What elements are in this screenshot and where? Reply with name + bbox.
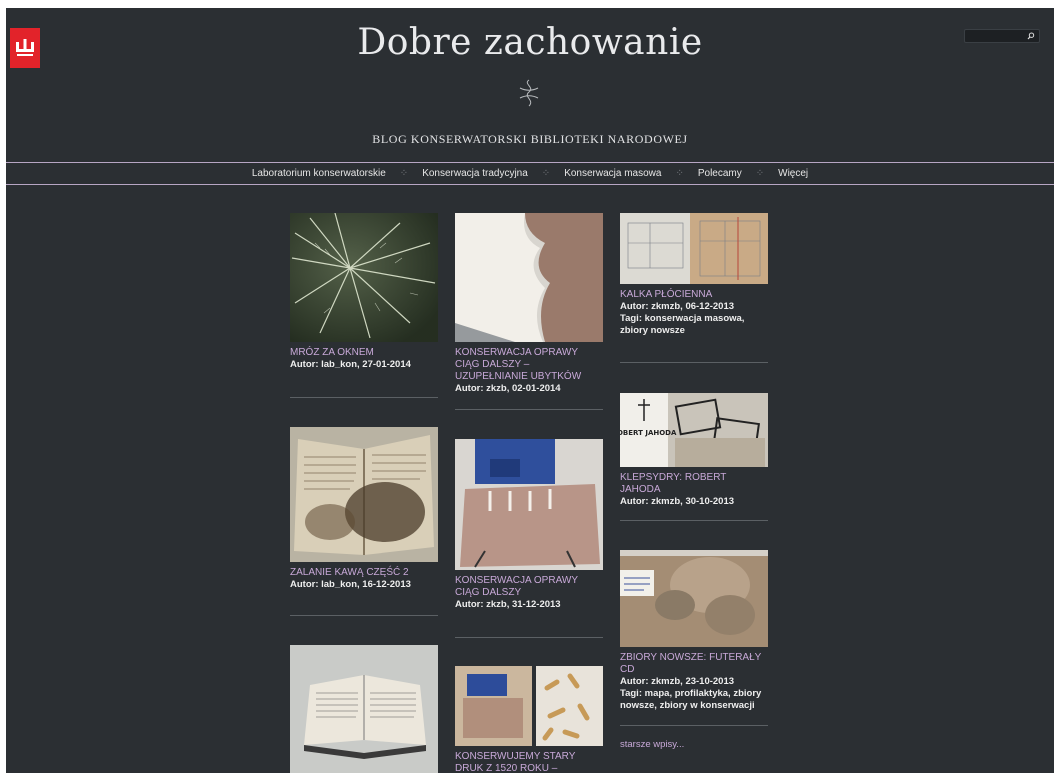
post-title-link[interactable]: KONSERWUJEMY STARY DRUK Z 1520 ROKU – NA… [455,751,603,773]
ornament-icon [519,79,539,107]
post-divider [620,725,768,726]
post-card: ZALANIE KAWĄ CZĘŚĆ 2 Autor: lab_kon, 16-… [290,427,438,591]
nav-item-konserwacja-tradycyjna[interactable]: Konserwacja tradycyjna [416,168,534,179]
post-thumbnail-cases[interactable] [620,550,768,647]
post-divider [290,397,438,398]
post-tags: Tagi: mapa, profilaktyka, zbiory nowsze,… [620,688,762,711]
post-thumbnail-open-book[interactable] [290,645,438,773]
post-card: MRÓZ ZA OKNEM Autor: lab_kon, 27-01-2014 [290,213,438,371]
post-meta: Autor: lab_kon, 16-12-2013 [290,579,411,590]
post-title-link[interactable]: KLEPSYDRY: ROBERT JAHODA [620,472,768,496]
post-thumbnail-book-coffee[interactable] [290,427,438,562]
post-meta: Autor: zkzb, 31-12-2013 [455,599,561,610]
nav-separator-icon: ⁘ [675,168,684,179]
main-nav: Laboratorium konserwatorskie ⁘ Konserwac… [6,162,1054,185]
nav-item-laboratorium[interactable]: Laboratorium konserwatorskie [246,168,392,179]
post-thumbnail-tracing-cloth[interactable] [620,213,768,284]
older-posts-link[interactable]: starsze wpisy... [620,739,684,750]
nav-item-konserwacja-masowa[interactable]: Konserwacja masowa [558,168,667,179]
post-thumbnail-old-print[interactable] [455,666,603,746]
post-card: KONSERWACJA OPRAWY CIĄG DALSZY – UZUPEŁN… [455,213,603,395]
post-title-link[interactable]: MRÓZ ZA OKNEM [290,347,438,359]
post-meta: Autor: zkmzb, 06-12-2013 [620,301,735,312]
post-thumbnail-obituaries[interactable]: ROBERT JAHODA [620,393,768,467]
post-title-link[interactable]: KONSERWACJA OPRAWY CIĄG DALSZY [455,575,603,599]
nav-separator-icon: ⁘ [399,168,409,179]
post-meta: Autor: zkmzb, 23-10-2013 [620,676,735,687]
post-divider [455,637,603,638]
post-tags: Tagi: konserwacja masowa, zbiory nowsze [620,313,745,336]
post-thumbnail-frost[interactable] [290,213,438,342]
post-card: KALKA PŁÓCIENNA Autor: zkmzb, 06-12-2013… [620,213,768,337]
post-meta: Autor: zkzb, 02-01-2014 [455,383,561,394]
image-text-robert: ROBERT JAHODA [620,429,677,437]
post-thumbnail-sewing[interactable] [455,439,603,570]
post-divider [290,615,438,616]
post-card: ROBERT JAHODA KLEPSYDRY: ROBERT JAHODA A… [620,393,768,508]
nav-separator-icon: ⁘ [541,168,551,179]
post-title-link[interactable]: ZBIORY NOWSZE: FUTERAŁY CD [620,652,768,676]
post-meta: Autor: zkmzb, 30-10-2013 [620,496,735,507]
post-divider [620,520,768,521]
post-title-link[interactable]: KONSERWACJA OPRAWY CIĄG DALSZY – UZUPEŁN… [455,347,603,383]
nav-item-polecamy[interactable]: Polecamy [692,168,748,179]
page-frame: Dobre zachowanie BLOG KONSERWATORSKI BIB… [6,8,1054,773]
post-card: KONSERWUJEMY STARY DRUK Z 1520 ROKU – NA… [455,666,603,773]
post-divider [455,409,603,410]
post-card: ZBIORY NOWSZE: FUTERAŁY CD Autor: zkmzb,… [620,550,768,712]
post-thumbnail-binding[interactable] [455,213,603,342]
post-card: KONSERWACJA OPRAWY CIĄG DALSZY Autor: zk… [455,439,603,611]
post-divider [620,362,768,363]
nav-separator-icon: ⁘ [755,168,765,179]
post-title-link[interactable]: KALKA PŁÓCIENNA [620,289,768,301]
site-title[interactable]: Dobre zachowanie [6,22,1054,63]
post-title-link[interactable]: ZALANIE KAWĄ CZĘŚĆ 2 [290,567,438,579]
post-card [290,645,438,773]
site-tagline: BLOG KONSERWATORSKI BIBLIOTEKI NARODOWEJ [372,132,688,146]
post-meta: Autor: lab_kon, 27-01-2014 [290,359,411,370]
nav-item-wiecej[interactable]: Więcej [772,168,814,179]
